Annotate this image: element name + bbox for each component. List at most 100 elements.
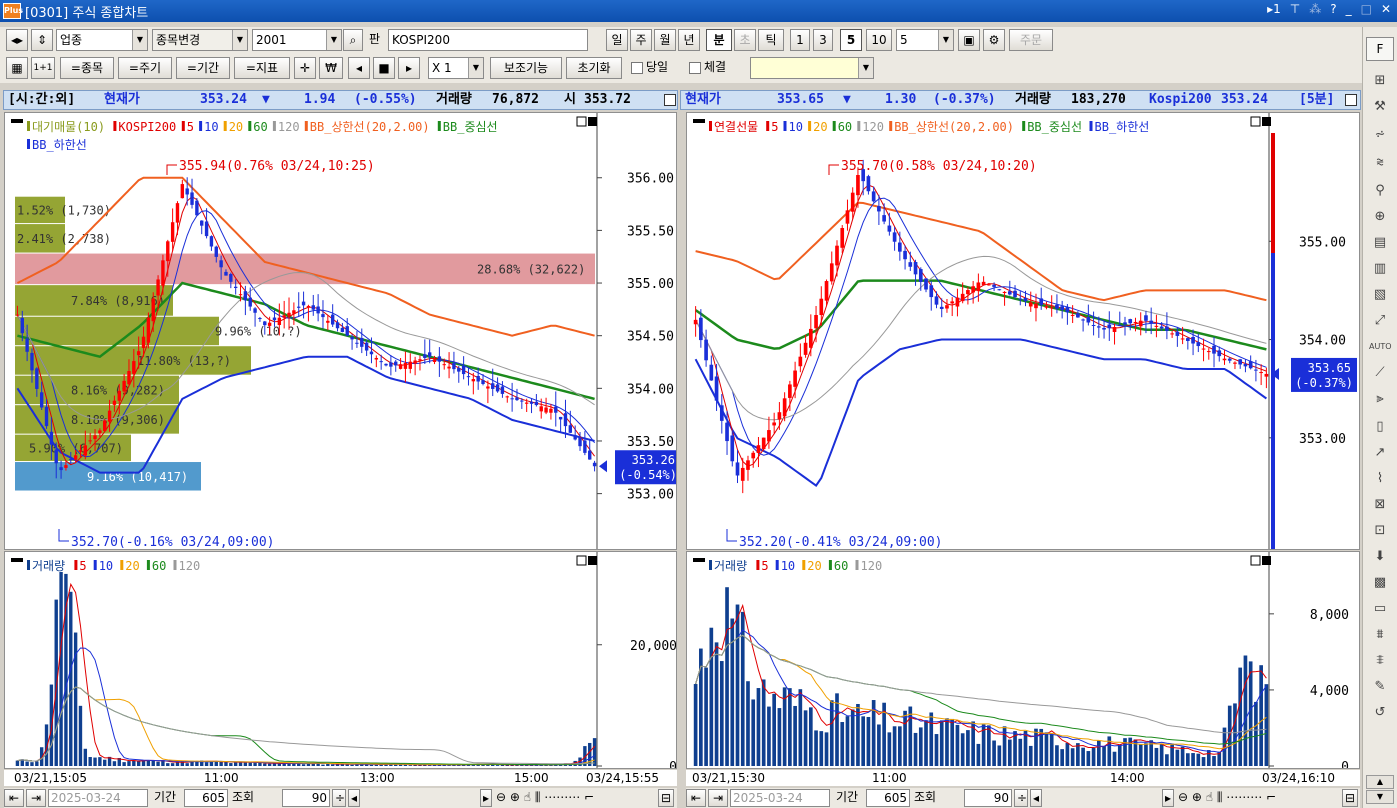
interval-10-button[interactable]: 10	[866, 29, 892, 51]
volume-analysis-icon[interactable]: ⩬	[1369, 153, 1391, 173]
order-button[interactable]: 주문	[1009, 29, 1053, 51]
period-month-button[interactable]: 월	[654, 29, 676, 51]
scroll-left-icon[interactable]: ◂	[1030, 789, 1042, 807]
favorite-f-button[interactable]: F	[1366, 37, 1394, 61]
play-forward-icon[interactable]: ▸	[398, 57, 420, 79]
scroll-down-icon[interactable]: ▼	[1366, 790, 1394, 804]
bar-chart-icon[interactable]: ▯	[1369, 417, 1391, 437]
close-icon[interactable]: ✕	[1381, 2, 1391, 16]
wrench-icon[interactable]: ⚒	[1369, 97, 1391, 117]
auto-icon[interactable]: AUTO	[1369, 337, 1392, 357]
chart-left-icon[interactable]: ⇤	[686, 789, 706, 807]
right-price-chart[interactable]: 355.00 354.00 353.00 연결선물 5 10 20 60 120 BB_상한선(2…	[687, 113, 1360, 550]
query-spinner-icon[interactable]: ÷	[332, 789, 346, 807]
crosshair-icon[interactable]: ✛	[294, 57, 316, 79]
split-view-icon[interactable]: ⊟	[1342, 789, 1358, 807]
right-price-pane[interactable]: 355.00 354.00 353.00 연결선물 5 10 20 60 120 BB_상한선(2…	[686, 112, 1360, 550]
query-spinner-icon[interactable]: ÷	[1014, 789, 1028, 807]
same-stock-button[interactable]: =종목	[60, 57, 114, 79]
table-icon[interactable]: ▤	[1369, 233, 1391, 253]
window-icon[interactable]: ▭	[1369, 599, 1391, 619]
play-back-icon[interactable]: ◂	[348, 57, 370, 79]
aux-function-button[interactable]: 보조기능	[490, 57, 562, 79]
market-type-select[interactable]: 업종	[56, 29, 148, 51]
signal-icon[interactable]: ⤢	[1369, 311, 1391, 331]
link-icon[interactable]: ⁂	[1309, 2, 1321, 16]
line-chart-icon[interactable]: ⌇	[1369, 469, 1391, 489]
help-icon[interactable]: ?	[1330, 2, 1336, 16]
scroll-right-icon[interactable]: ▸	[1162, 789, 1174, 807]
prev-next-stock-button[interactable]: ◂▸	[6, 29, 28, 51]
grid-layout-icon[interactable]: ▦	[6, 57, 28, 79]
grid-toggle-icon[interactable]: ▩	[1369, 573, 1391, 593]
right-volume-chart[interactable]: 8,000 4,000 0 거래량 5 10 20 60 120	[687, 552, 1360, 769]
period-input[interactable]: 605	[184, 789, 228, 807]
right-volume-pane[interactable]: 8,000 4,000 0 거래량 5 10 20 60 120	[686, 551, 1360, 769]
scroll-left-icon[interactable]: ◂	[348, 789, 360, 807]
save-icon[interactable]: ▣	[958, 29, 980, 51]
screen-number-icon[interactable]: ▸1	[1267, 2, 1281, 16]
refresh-icon[interactable]: ↺	[1369, 703, 1391, 723]
search-doc-icon[interactable]: ▧	[1369, 285, 1391, 305]
left-volume-pane[interactable]: 20,000 0 거래량 5 10 20 60 120	[4, 551, 677, 769]
download-icon[interactable]: ⬇	[1369, 547, 1391, 567]
period-year-button[interactable]: 년	[678, 29, 700, 51]
split-view-icon[interactable]: ⊟	[658, 789, 674, 807]
pin-icon[interactable]: ⊤	[1290, 2, 1300, 16]
price-analysis-icon[interactable]: ⩫	[1369, 125, 1391, 145]
rising-chart-icon[interactable]: ↗	[1369, 443, 1391, 463]
candle-icon[interactable]: ⫸	[1369, 389, 1391, 409]
one-plus-one-button[interactable]: 1+1	[31, 57, 55, 79]
maximize-icon[interactable]: □	[1361, 2, 1372, 16]
trend-icon[interactable]: ⟋	[1369, 363, 1391, 383]
compare-icon[interactable]: ⊠	[1369, 495, 1391, 515]
interval-3-button[interactable]: 3	[813, 29, 833, 51]
zoom-controls[interactable]: ⊖ ⊕ ☝ ⫼ ⋯⋯⋯ ⌐	[1176, 789, 1316, 807]
same-period-button[interactable]: =주기	[118, 57, 172, 79]
date-picker[interactable]: 2025-03-24	[48, 789, 148, 807]
export-icon[interactable]: ⊡	[1369, 521, 1391, 541]
minimize-icon[interactable]: _	[1346, 2, 1352, 16]
speed-multiplier-select[interactable]: X 1	[428, 57, 484, 79]
same-range-button[interactable]: =기간	[176, 57, 230, 79]
zoom-icon[interactable]: ⊕	[1369, 207, 1391, 227]
query-input[interactable]: 90	[282, 789, 330, 807]
settings-icon[interactable]: ⚙	[983, 29, 1005, 51]
stop-icon[interactable]: ■	[373, 57, 395, 79]
color-select[interactable]	[750, 57, 874, 79]
report-icon[interactable]: ▥	[1369, 259, 1391, 279]
fill-checkbox[interactable]: 체결	[686, 57, 744, 79]
edit-icon[interactable]: ✎	[1369, 677, 1391, 697]
checkbox-box-icon[interactable]	[689, 61, 701, 74]
chart-left-icon[interactable]: ⇤	[4, 789, 24, 807]
left-price-pane[interactable]: 356.00 355.50 355.00 354.50 354.00 353.50 353.…	[4, 112, 677, 550]
zoom-controls[interactable]: ⊖ ⊕ ☝ ⫼ ⋯⋯⋯ ⌐	[494, 789, 634, 807]
interval-5-button[interactable]: 5	[840, 29, 862, 51]
query-input[interactable]: 90	[964, 789, 1012, 807]
period-week-button[interactable]: 주	[630, 29, 652, 51]
left-volume-chart[interactable]: 20,000 0 거래량 5 10 20 60 120	[5, 552, 677, 769]
stock-rank-icon[interactable]: ⩩	[1369, 625, 1391, 645]
date-picker[interactable]: 2025-03-24	[730, 789, 830, 807]
price-unit-icon[interactable]: ₩	[319, 57, 343, 79]
reset-button[interactable]: 초기화	[566, 57, 622, 79]
interval-input[interactable]: 5	[896, 29, 954, 51]
period-tick-button[interactable]: 틱	[758, 29, 784, 51]
stock-code-input[interactable]: 2001	[252, 29, 342, 51]
interval-1-button[interactable]: 1	[790, 29, 810, 51]
checkbox-box-icon[interactable]	[631, 61, 643, 74]
pane-toggle-icon[interactable]	[1345, 94, 1357, 106]
stock-compare-icon[interactable]: ⩨	[1369, 651, 1391, 671]
chart-type-icon[interactable]: ⊞	[1369, 71, 1391, 91]
pattern-icon[interactable]: ⚲	[1369, 181, 1391, 201]
scroll-stock-button[interactable]: ⇕	[31, 29, 53, 51]
scroll-right-icon[interactable]: ▸	[480, 789, 492, 807]
scroll-up-icon[interactable]: ▲	[1366, 775, 1394, 789]
period-input[interactable]: 605	[866, 789, 910, 807]
same-day-checkbox[interactable]: 당일	[628, 57, 680, 79]
search-icon[interactable]: ⌕	[343, 29, 363, 51]
chart-right-icon[interactable]: ⇥	[708, 789, 728, 807]
pane-toggle-icon[interactable]	[664, 94, 676, 106]
same-indicator-button[interactable]: =지표	[234, 57, 290, 79]
change-stock-button[interactable]: 종목변경	[152, 29, 248, 51]
